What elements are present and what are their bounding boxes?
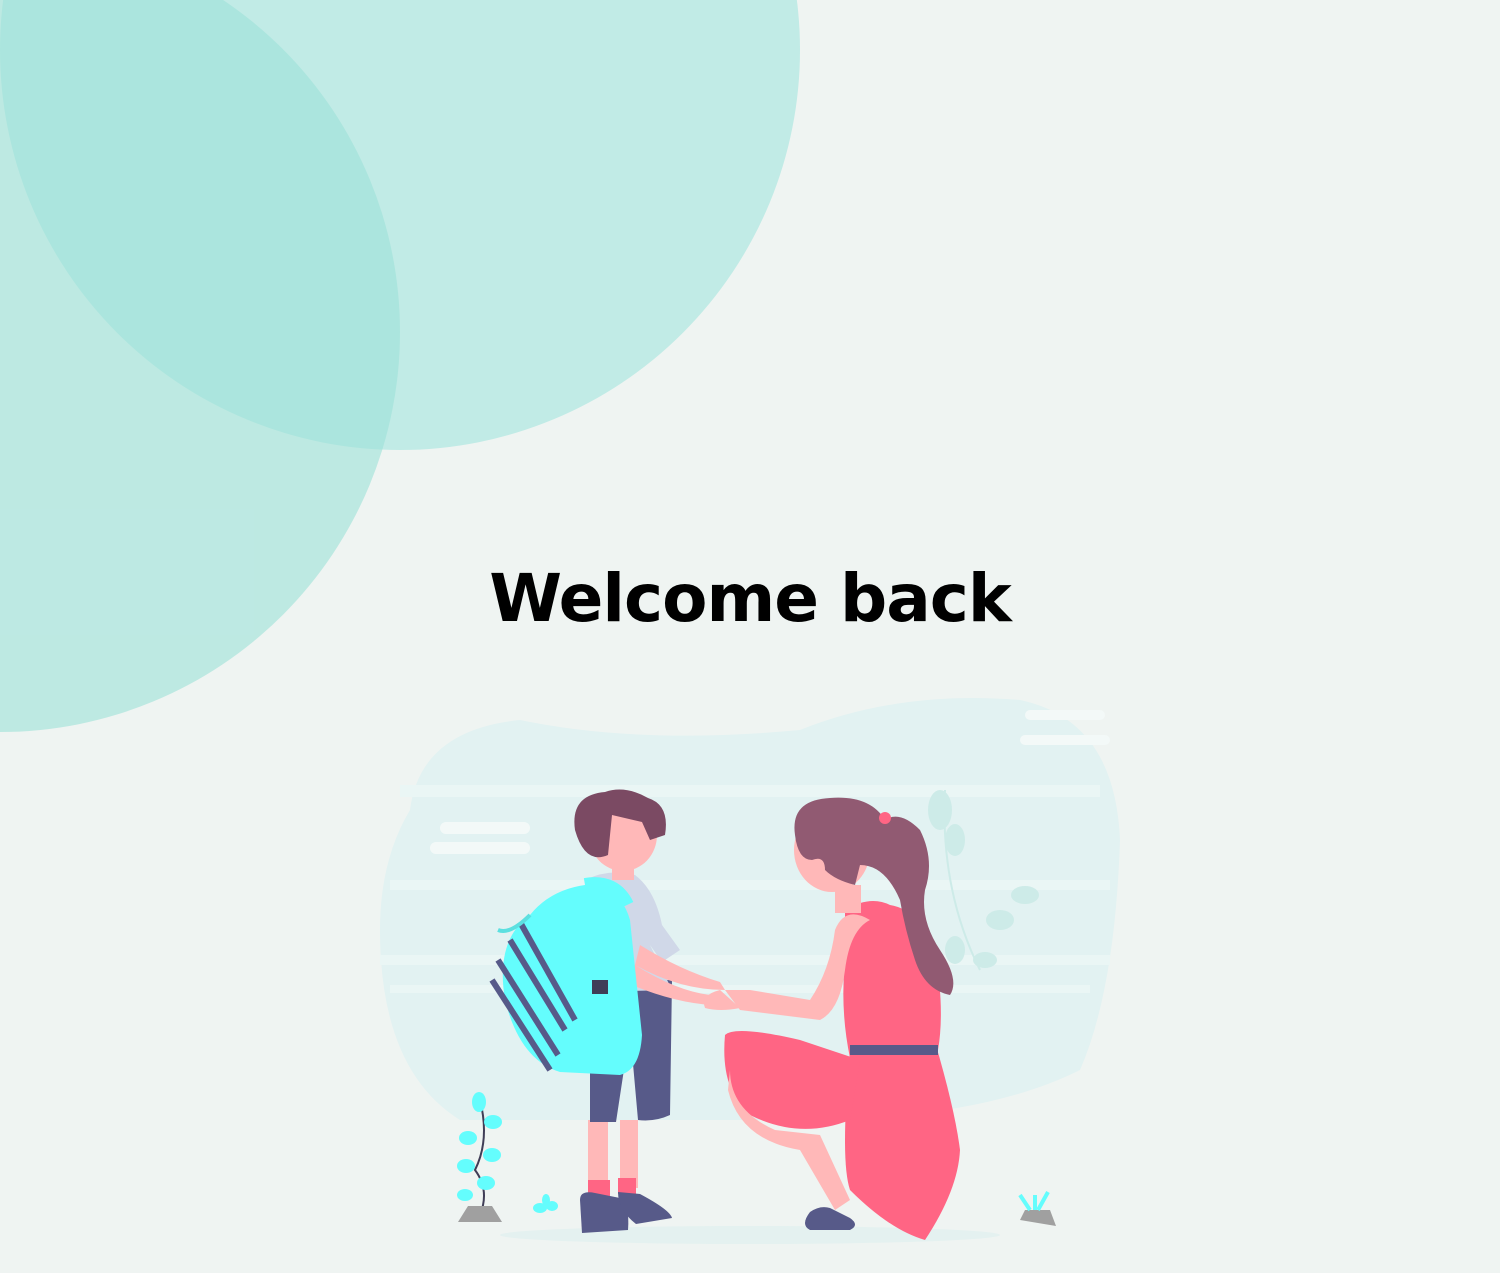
welcome-screen: Welcome back	[0, 0, 1500, 1273]
page-title: Welcome back	[489, 560, 1012, 637]
small-sprout	[533, 1194, 558, 1213]
parent-child-illustration-icon	[380, 698, 1120, 1244]
right-sprout	[1018, 1191, 1056, 1226]
